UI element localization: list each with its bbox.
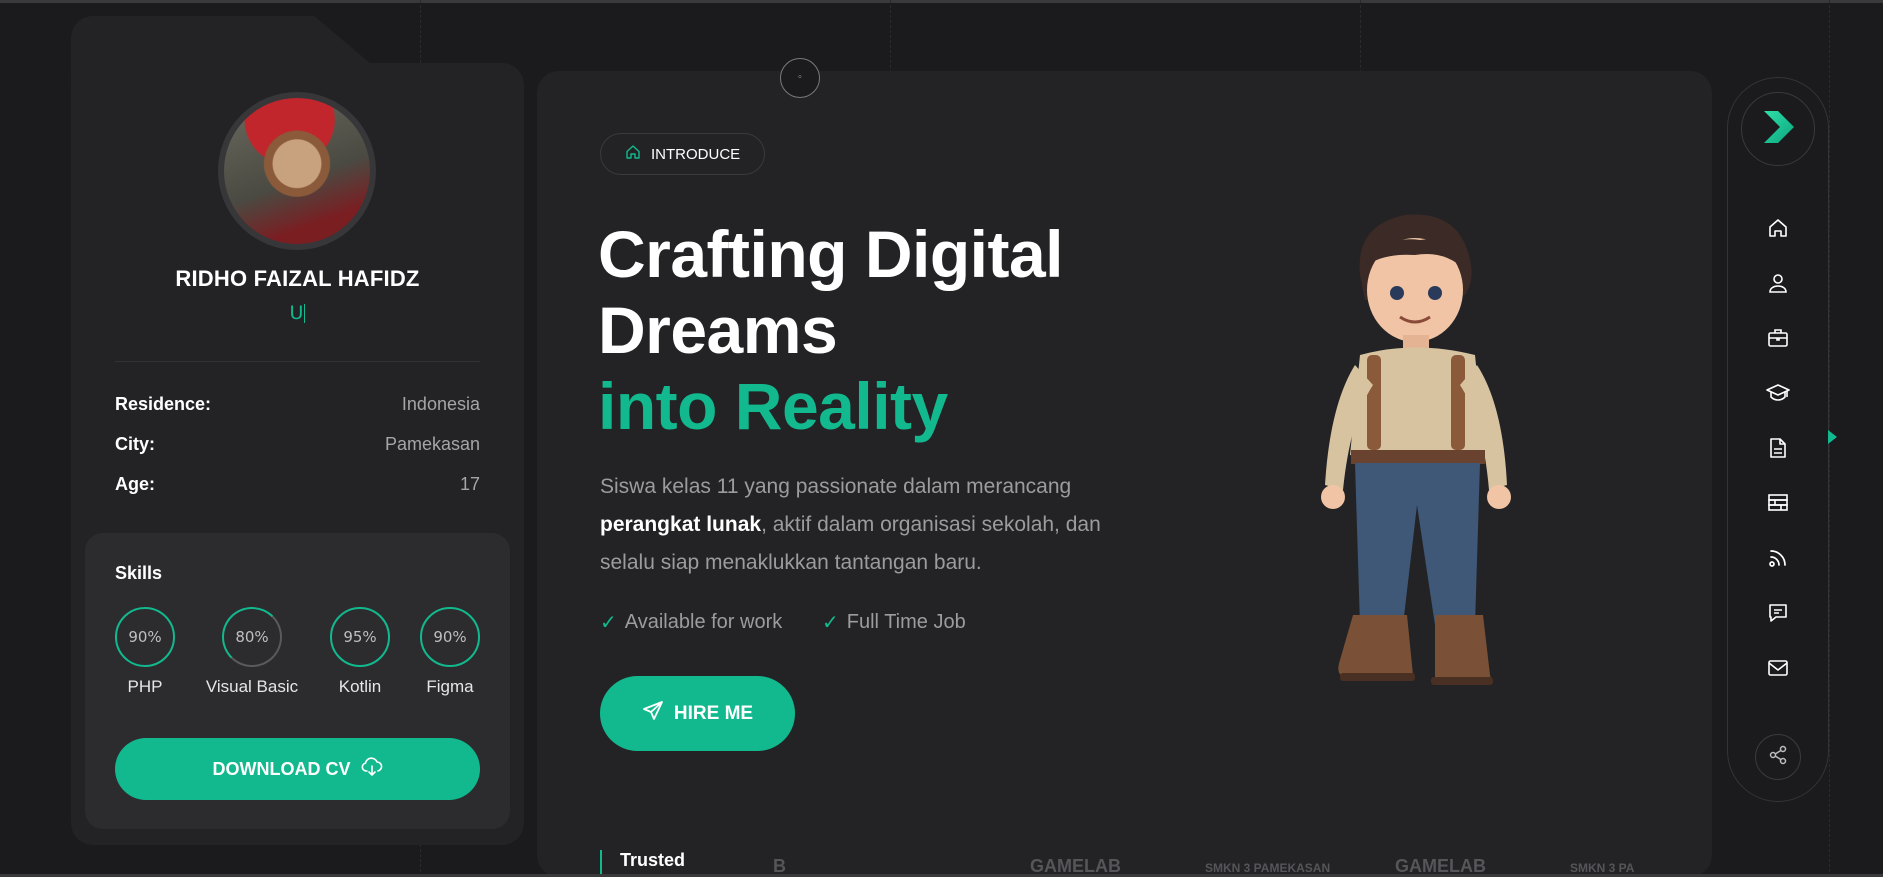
- availability-item: ✓ Available for work: [600, 610, 782, 635]
- skills-title: Skills: [115, 563, 163, 583]
- window-top-edge: [0, 0, 1883, 3]
- skill-visual-basic: 80% Visual Basic: [197, 607, 307, 697]
- home-outline-icon: [625, 144, 641, 164]
- share-button[interactable]: [1755, 734, 1801, 780]
- nav-services-icon[interactable]: [1764, 489, 1792, 517]
- trusted-label: Trusted: [600, 850, 685, 877]
- download-cv-button[interactable]: DOWNLOAD CV: [115, 738, 480, 800]
- nav-graduation-cap-icon[interactable]: [1764, 379, 1792, 407]
- headline-line-2: Dreams: [598, 293, 838, 367]
- info-key: Residence:: [115, 394, 212, 414]
- profile-name: RIDHO FAIZAL HAFIDZ: [175, 266, 420, 291]
- info-row-city: City: Pamekasan: [115, 434, 480, 455]
- cloud-download-icon: [361, 756, 383, 782]
- desc-text-1: Siswa kelas 11 yang passionate dalam mer…: [600, 475, 1072, 498]
- info-value: 17: [459, 474, 480, 494]
- hire-me-button[interactable]: HIRE ME: [600, 676, 795, 751]
- arrow-right-icon[interactable]: [1828, 430, 1837, 444]
- headline-line-1: Crafting Digital: [598, 217, 1064, 291]
- skill-label: Visual Basic: [205, 677, 299, 696]
- skill-label: PHP: [127, 677, 163, 696]
- profile-card-tab-slope: [290, 16, 370, 63]
- info-row-age: Age: 17: [115, 474, 480, 495]
- info-row-residence: Residence: Indonesia: [115, 394, 480, 415]
- share-icon: [1768, 745, 1788, 769]
- desc-bold: perangkat lunak: [600, 513, 762, 536]
- profile-role: U: [71, 302, 524, 324]
- nav-briefcase-icon[interactable]: [1764, 324, 1792, 352]
- check-icon: ✓: [822, 612, 839, 634]
- brand-logo-button[interactable]: [1741, 92, 1815, 166]
- typing-caret: [304, 304, 306, 323]
- chevron-logo-icon: [1758, 107, 1798, 151]
- nav-document-icon[interactable]: [1764, 434, 1792, 462]
- introduce-badge: INTRODUCE: [600, 133, 766, 175]
- availability-label: Available for work: [624, 611, 783, 633]
- nav-comment-icon[interactable]: [1764, 599, 1792, 627]
- skill-progress-ring: 95%: [330, 607, 390, 667]
- download-cv-label: DOWNLOAD CV: [212, 758, 351, 779]
- skill-progress-ring: 80%: [222, 607, 282, 667]
- nav-mail-icon[interactable]: [1764, 654, 1792, 682]
- send-icon: [642, 700, 664, 728]
- typed-role-text: U: [289, 302, 304, 324]
- nav-blog-icon[interactable]: [1764, 544, 1792, 572]
- scroll-indicator-button[interactable]: ◦: [780, 58, 820, 98]
- nav-user-icon[interactable]: [1764, 269, 1792, 297]
- check-icon: ✓: [600, 612, 617, 634]
- partner-logo: SMKN 3 PA: [1570, 861, 1635, 875]
- info-value: Pamekasan: [384, 434, 480, 454]
- headline-accent: into Reality: [598, 369, 948, 443]
- skill-progress-ring: 90%: [115, 607, 175, 667]
- info-value: Indonesia: [401, 394, 480, 414]
- job-type-label: Full Time Job: [846, 611, 966, 633]
- info-key: City:: [115, 434, 155, 454]
- profile-divider: [115, 361, 480, 362]
- hire-me-label: HIRE ME: [673, 702, 754, 724]
- info-key: Age:: [115, 474, 155, 494]
- job-type-item: ✓ Full Time Job: [822, 610, 966, 635]
- skill-label: Figma: [426, 677, 474, 696]
- hero-description: Siswa kelas 11 yang passionate dalam mer…: [600, 468, 1160, 582]
- character-illustration: [1321, 214, 1511, 685]
- avatar: [218, 92, 376, 250]
- skill-php: 90% PHP: [90, 607, 200, 697]
- introduce-label: INTRODUCE: [651, 145, 741, 163]
- nav-home-icon[interactable]: [1764, 214, 1792, 242]
- skill-progress-ring: 90%: [420, 607, 480, 667]
- partner-logo: SMKN 3 PAMEKASAN: [1205, 861, 1331, 875]
- skill-figma: 90% Figma: [395, 607, 505, 697]
